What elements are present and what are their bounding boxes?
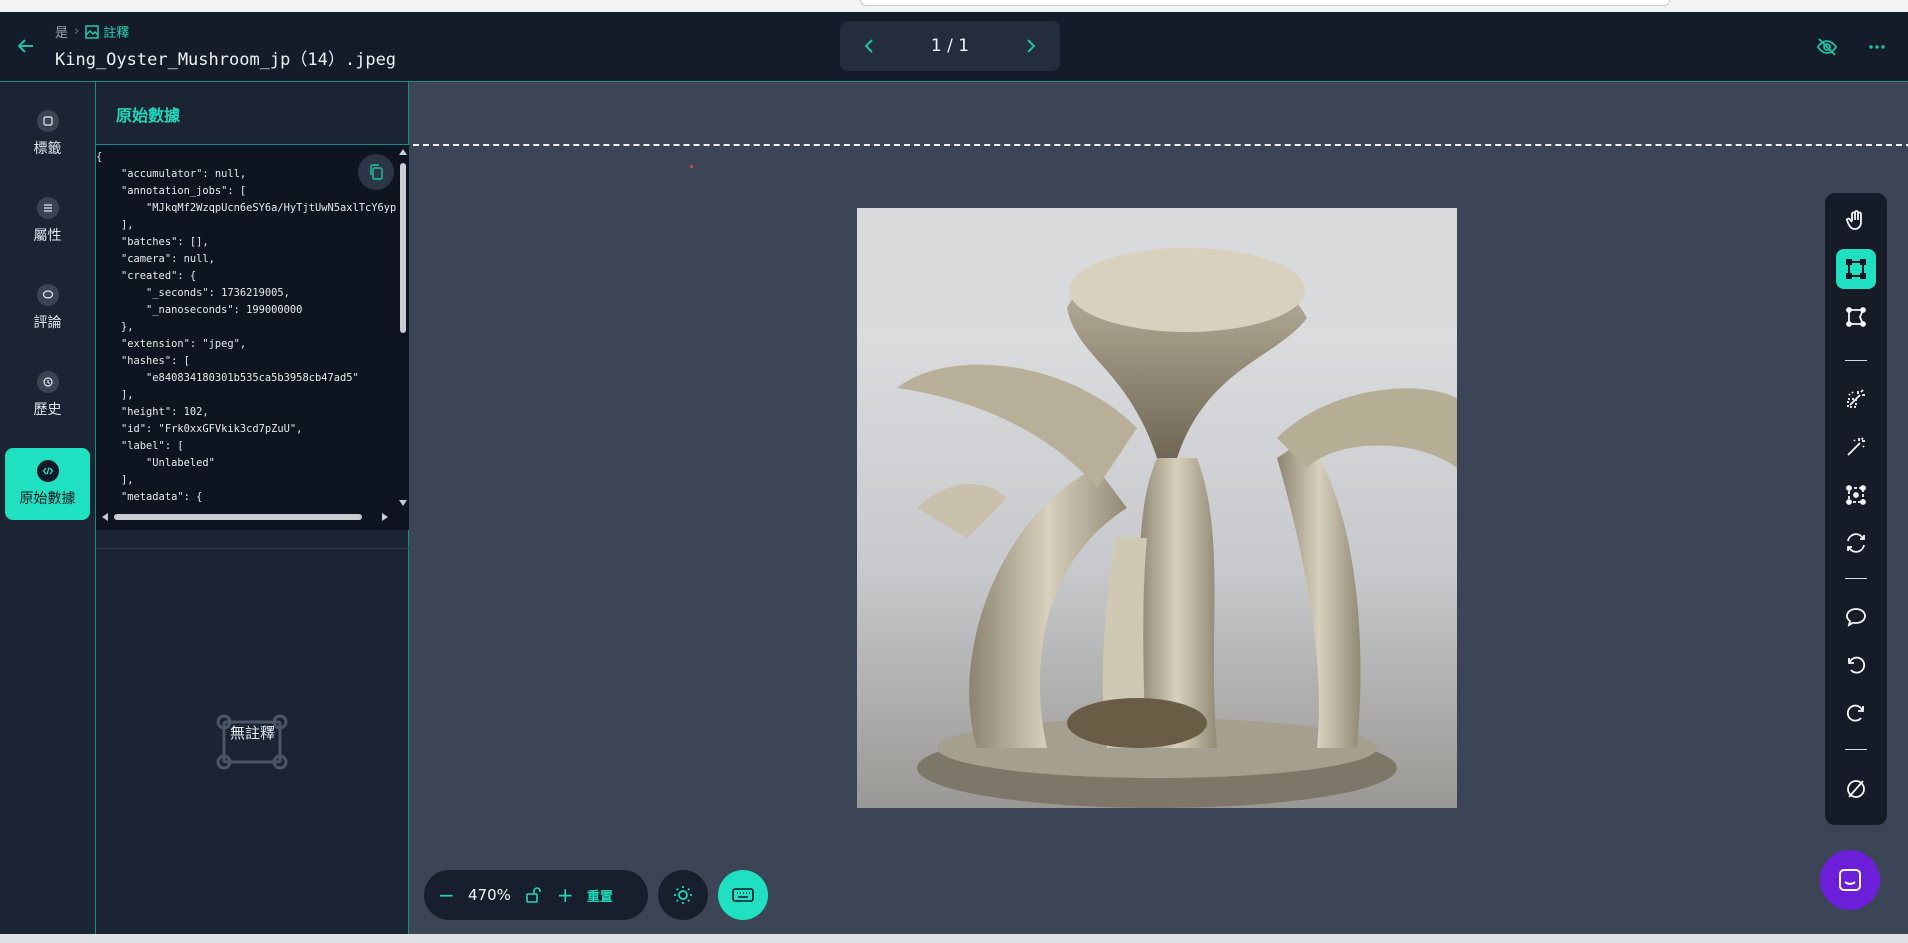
unlock-icon[interactable] [525,886,543,904]
polygon-icon[interactable] [1836,297,1876,337]
sidebar-item-history[interactable]: 歷史 [5,359,90,431]
sidebar-item-label: 歷史 [33,402,62,418]
breadcrumb-current-label: 註釋 [103,26,130,41]
scrollbar-thumb[interactable] [400,163,406,333]
scroll-left-icon[interactable] [102,513,108,521]
divider [96,548,409,549]
divider [1845,578,1867,579]
cursor-marker [690,165,693,168]
prev-image-button[interactable] [858,35,880,57]
tag-icon [36,110,59,132]
refresh-tool-icon[interactable] [1836,523,1876,563]
copy-icon[interactable] [358,154,394,190]
more-horizontal-icon[interactable] [1866,36,1888,58]
top-right-actions [1816,36,1888,58]
scrollbar-thumb[interactable] [114,514,362,520]
chat-support-button[interactable] [1820,850,1880,910]
history-icon [36,371,59,393]
browser-bottom-edge [0,934,1908,943]
file-title: King_Oyster_Mushroom_jp（14）.jpeg [55,50,397,70]
keyboard-shortcuts-button[interactable] [718,870,768,920]
divider [1845,749,1867,750]
breadcrumb-current: 註釋 [85,22,129,41]
keypoints-icon[interactable] [1836,475,1876,515]
zoom-controls: − 470% + 重置 [424,870,648,920]
tool-palette [1825,193,1887,825]
magic-wand-icon[interactable] [1836,427,1876,467]
raw-data-panel: 原始數據 { "accumulator": null, "annotation_… [96,82,409,934]
json-viewer[interactable]: { "accumulator": null, "annotation_jobs"… [96,145,409,530]
zoom-level: 470% [468,886,511,904]
annotation-app: 是 › 註釋 King_Oyster_Mushroom_jp（14）.jpeg … [0,0,1908,943]
chat-icon [1839,869,1861,891]
pager-count: 1 / 1 [930,36,970,56]
sidebar-item-raw-data[interactable]: 原始數據 [5,448,90,520]
vertical-scrollbar[interactable] [397,145,409,510]
king-oyster-mushroom-image[interactable] [857,208,1457,808]
eye-off-icon[interactable] [1816,36,1838,58]
sun-icon [674,886,692,904]
code-icon [36,460,59,482]
sidebar-item-label: 屬性 [33,228,62,244]
panel-title: 原始數據 [116,106,181,125]
breadcrumb: 是 › 註釋 [55,22,129,41]
sidebar-item-label: 標籤 [33,141,62,157]
json-text: { "accumulator": null, "annotation_jobs"… [96,151,396,503]
no-annotation-text: 無註釋 [229,724,275,742]
brightness-button[interactable] [658,870,708,920]
redo-icon[interactable] [1836,693,1876,733]
scroll-up-icon[interactable] [399,149,407,155]
divider [1845,360,1867,361]
comment-tool-icon[interactable] [1836,597,1876,637]
list-icon [36,197,59,219]
sidebar-item-tags[interactable]: 標籤 [5,98,90,170]
undo-icon[interactable] [1836,645,1876,685]
keyboard-icon [732,888,754,902]
browser-chrome [0,0,1908,12]
sidebar-item-comments[interactable]: 評論 [5,272,90,344]
sidebar-item-label: 原始數據 [19,491,76,507]
crosshair-guide-line [413,144,1908,146]
next-image-button[interactable] [1020,35,1042,57]
horizontal-scrollbar[interactable] [96,509,409,525]
image-pager: 1 / 1 [840,21,1060,71]
sidebar-item-attributes[interactable]: 屬性 [5,185,90,257]
zoom-in-button[interactable]: + [557,883,574,907]
left-sidebar: 標籤 屬性 評論 歷史 原始數據 [0,82,96,934]
magic-select-icon[interactable] [1836,379,1876,419]
bounding-box-icon[interactable] [1836,249,1876,289]
pan-hand-icon[interactable] [1836,201,1876,241]
browser-tab-edge [860,0,1670,6]
breadcrumb-root[interactable]: 是 [55,22,68,41]
scroll-down-icon[interactable] [399,500,407,506]
clear-icon[interactable] [1836,769,1876,809]
back-arrow-icon[interactable] [14,34,38,58]
zoom-out-button[interactable]: − [438,883,455,907]
chevron-right-icon: › [74,24,80,39]
top-bar: 是 › 註釋 King_Oyster_Mushroom_jp（14）.jpeg … [0,12,1908,82]
scroll-right-icon[interactable] [382,513,388,521]
comment-icon [36,284,59,306]
image-frame-icon [85,24,99,39]
annotation-canvas[interactable] [409,82,1908,934]
sidebar-item-label: 評論 [33,315,62,331]
reset-zoom-button[interactable]: 重置 [587,886,613,905]
